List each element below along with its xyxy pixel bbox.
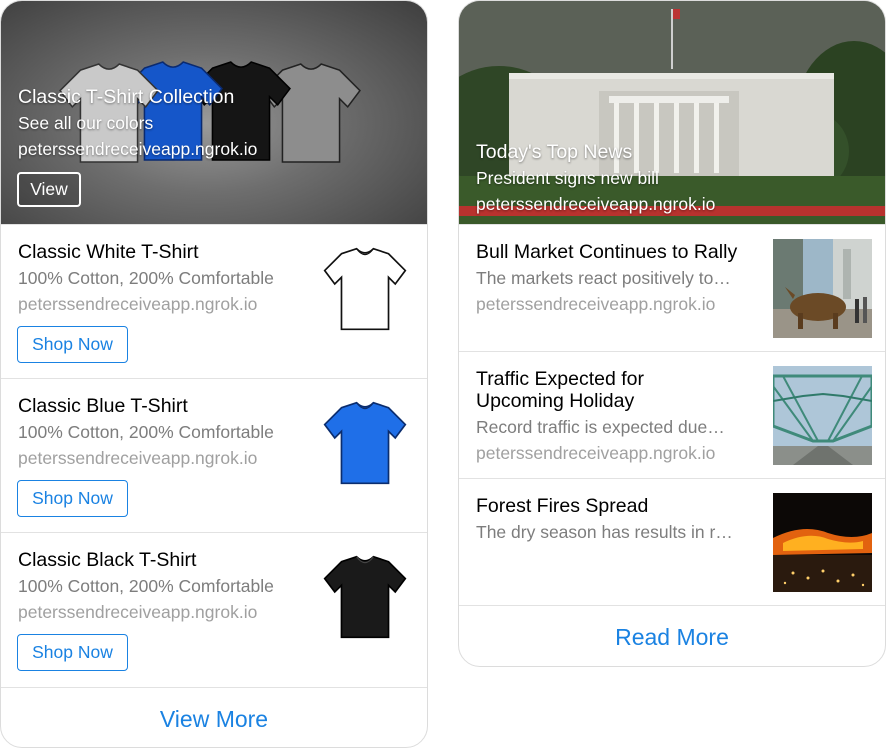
hero-title: Classic T-Shirt Collection xyxy=(18,86,235,108)
black-tshirt-image xyxy=(323,555,407,639)
bridge-image xyxy=(773,366,872,465)
view-button[interactable]: View xyxy=(17,172,81,207)
item-url: peterssendreceiveapp.ngrok.io xyxy=(18,294,258,314)
item-url: peterssendreceiveapp.ngrok.io xyxy=(18,448,258,468)
hero-subtitle: President signs new bill xyxy=(476,168,659,188)
shirt-collection-card: Classic T-Shirt Collection See all our c… xyxy=(0,0,428,748)
list-item[interactable]: Classic White T-Shirt 100% Cotton, 200% … xyxy=(1,224,427,379)
news-hero[interactable]: Today's Top News President signs new bil… xyxy=(459,1,885,224)
news-title: Traffic Expected for xyxy=(476,368,644,390)
view-more-link[interactable]: View More xyxy=(1,687,427,747)
bull-statue-image xyxy=(773,239,872,338)
list-item[interactable]: Forest Fires Spread The dry season has r… xyxy=(459,478,885,606)
news-card: Today's Top News President signs new bil… xyxy=(458,0,886,667)
item-url: peterssendreceiveapp.ngrok.io xyxy=(18,602,258,622)
news-url: peterssendreceiveapp.ngrok.io xyxy=(476,294,716,314)
list-item[interactable]: Classic Blue T-Shirt 100% Cotton, 200% C… xyxy=(1,378,427,533)
hero-url: peterssendreceiveapp.ngrok.io xyxy=(476,194,716,214)
shop-now-button[interactable]: Shop Now xyxy=(17,326,128,363)
item-title: Classic Blue T-Shirt xyxy=(18,395,188,417)
white-tshirt-image xyxy=(323,247,407,331)
item-title: Classic Black T-Shirt xyxy=(18,549,197,571)
blue-tshirt-image xyxy=(323,401,407,485)
hero-url: peterssendreceiveapp.ngrok.io xyxy=(18,139,258,159)
list-item[interactable]: Traffic Expected for Upcoming Holiday Re… xyxy=(459,351,885,479)
news-title: Forest Fires Spread xyxy=(476,495,649,517)
list-item[interactable]: Bull Market Continues to Rally The marke… xyxy=(459,224,885,352)
item-title: Classic White T-Shirt xyxy=(18,241,199,263)
hero-subtitle: See all our colors xyxy=(18,113,154,133)
news-title: Bull Market Continues to Rally xyxy=(476,241,738,263)
shop-now-button[interactable]: Shop Now xyxy=(17,480,128,517)
news-title: Upcoming Holiday xyxy=(476,390,635,412)
list-item[interactable]: Classic Black T-Shirt 100% Cotton, 200% … xyxy=(1,532,427,687)
shop-now-button[interactable]: Shop Now xyxy=(17,634,128,671)
read-more-link[interactable]: Read More xyxy=(459,605,885,666)
item-subtitle: 100% Cotton, 200% Comfortable xyxy=(18,422,274,442)
hero-title: Today's Top News xyxy=(476,141,633,163)
forest-fire-image xyxy=(773,493,872,592)
news-url: peterssendreceiveapp.ngrok.io xyxy=(476,443,716,463)
news-subtitle: The markets react positively to… xyxy=(476,268,731,288)
news-subtitle: The dry season has results in r… xyxy=(476,522,733,542)
news-subtitle: Record traffic is expected due… xyxy=(476,417,725,437)
item-subtitle: 100% Cotton, 200% Comfortable xyxy=(18,576,274,596)
item-subtitle: 100% Cotton, 200% Comfortable xyxy=(18,268,274,288)
collection-hero[interactable]: Classic T-Shirt Collection See all our c… xyxy=(1,1,427,224)
